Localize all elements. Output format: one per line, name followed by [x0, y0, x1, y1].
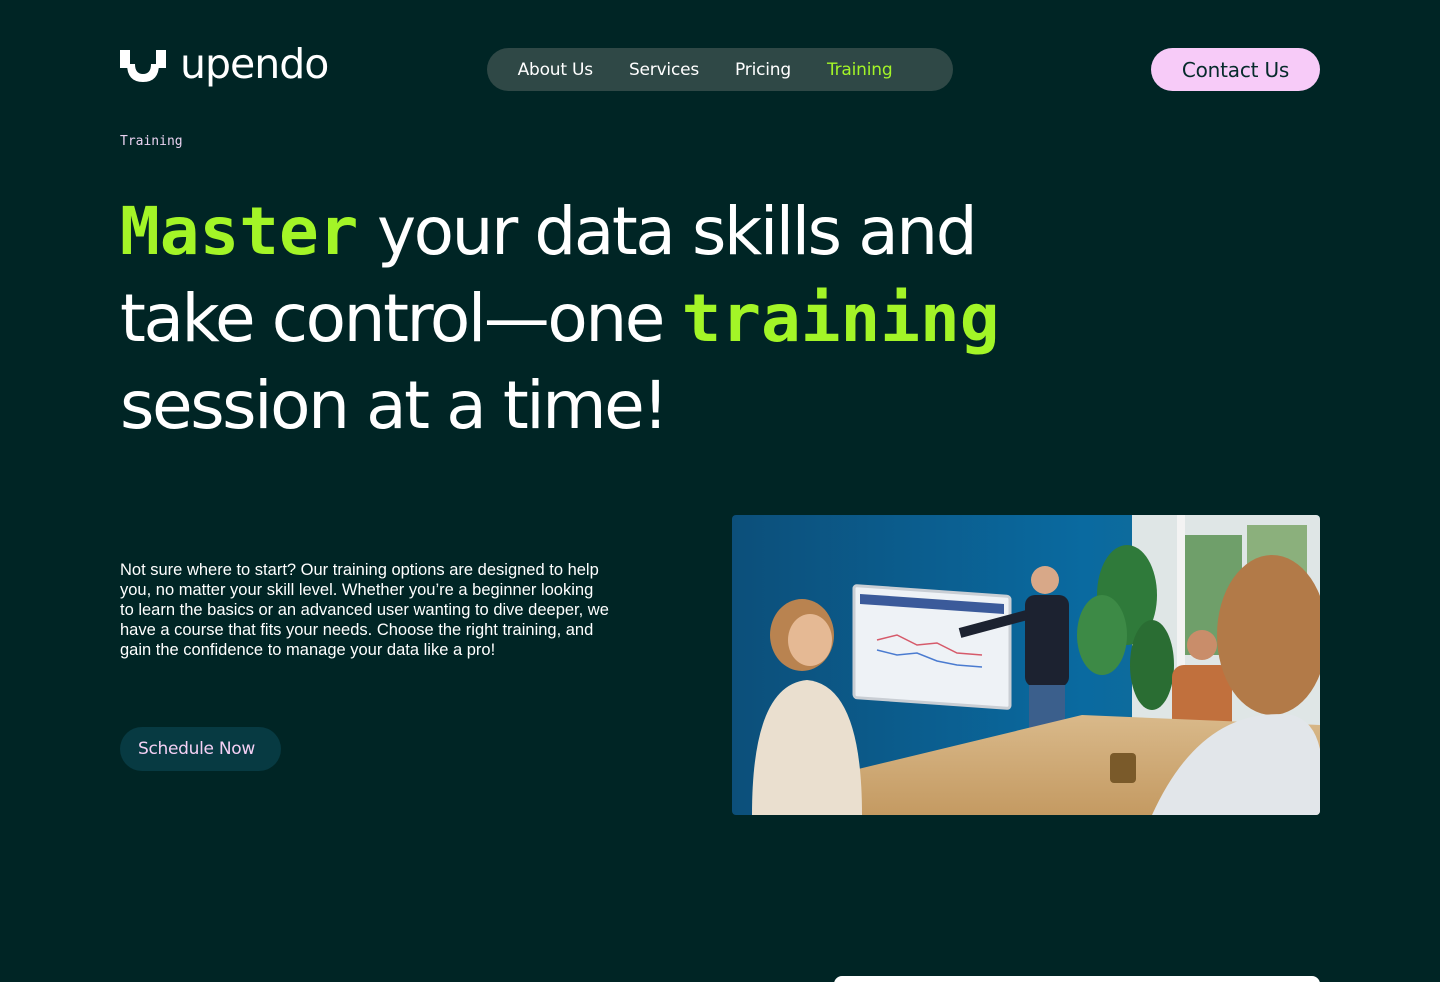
- main-nav: About Us Services Pricing Training: [487, 48, 953, 91]
- nav-item-pricing[interactable]: Pricing: [735, 60, 791, 80]
- headline-line1-rest: your data skills and: [377, 193, 978, 270]
- nav-item-about-us[interactable]: About Us: [518, 60, 594, 80]
- next-section-card: [834, 976, 1320, 982]
- page-title: Master your data skills and take control…: [120, 188, 1120, 449]
- training-session-photo: [732, 515, 1320, 815]
- headline-accent-training: training: [681, 280, 1000, 357]
- contact-us-button[interactable]: Contact Us: [1151, 48, 1320, 91]
- intro-paragraph: Not sure where to start? Our training op…: [120, 561, 609, 659]
- headline-accent-master: Master: [120, 193, 359, 270]
- brand-name: upendo: [180, 40, 329, 88]
- nav-item-training[interactable]: Training: [827, 60, 893, 80]
- breadcrumb[interactable]: Training: [120, 134, 183, 149]
- schedule-now-button[interactable]: Schedule Now: [120, 727, 281, 771]
- headline-line3: session at a time!: [120, 367, 669, 444]
- brand-logo[interactable]: upendo: [120, 40, 329, 88]
- nav-item-services[interactable]: Services: [629, 60, 699, 80]
- headline-line2-start: take control—one: [120, 280, 665, 357]
- logo-mark-icon: [120, 49, 166, 82]
